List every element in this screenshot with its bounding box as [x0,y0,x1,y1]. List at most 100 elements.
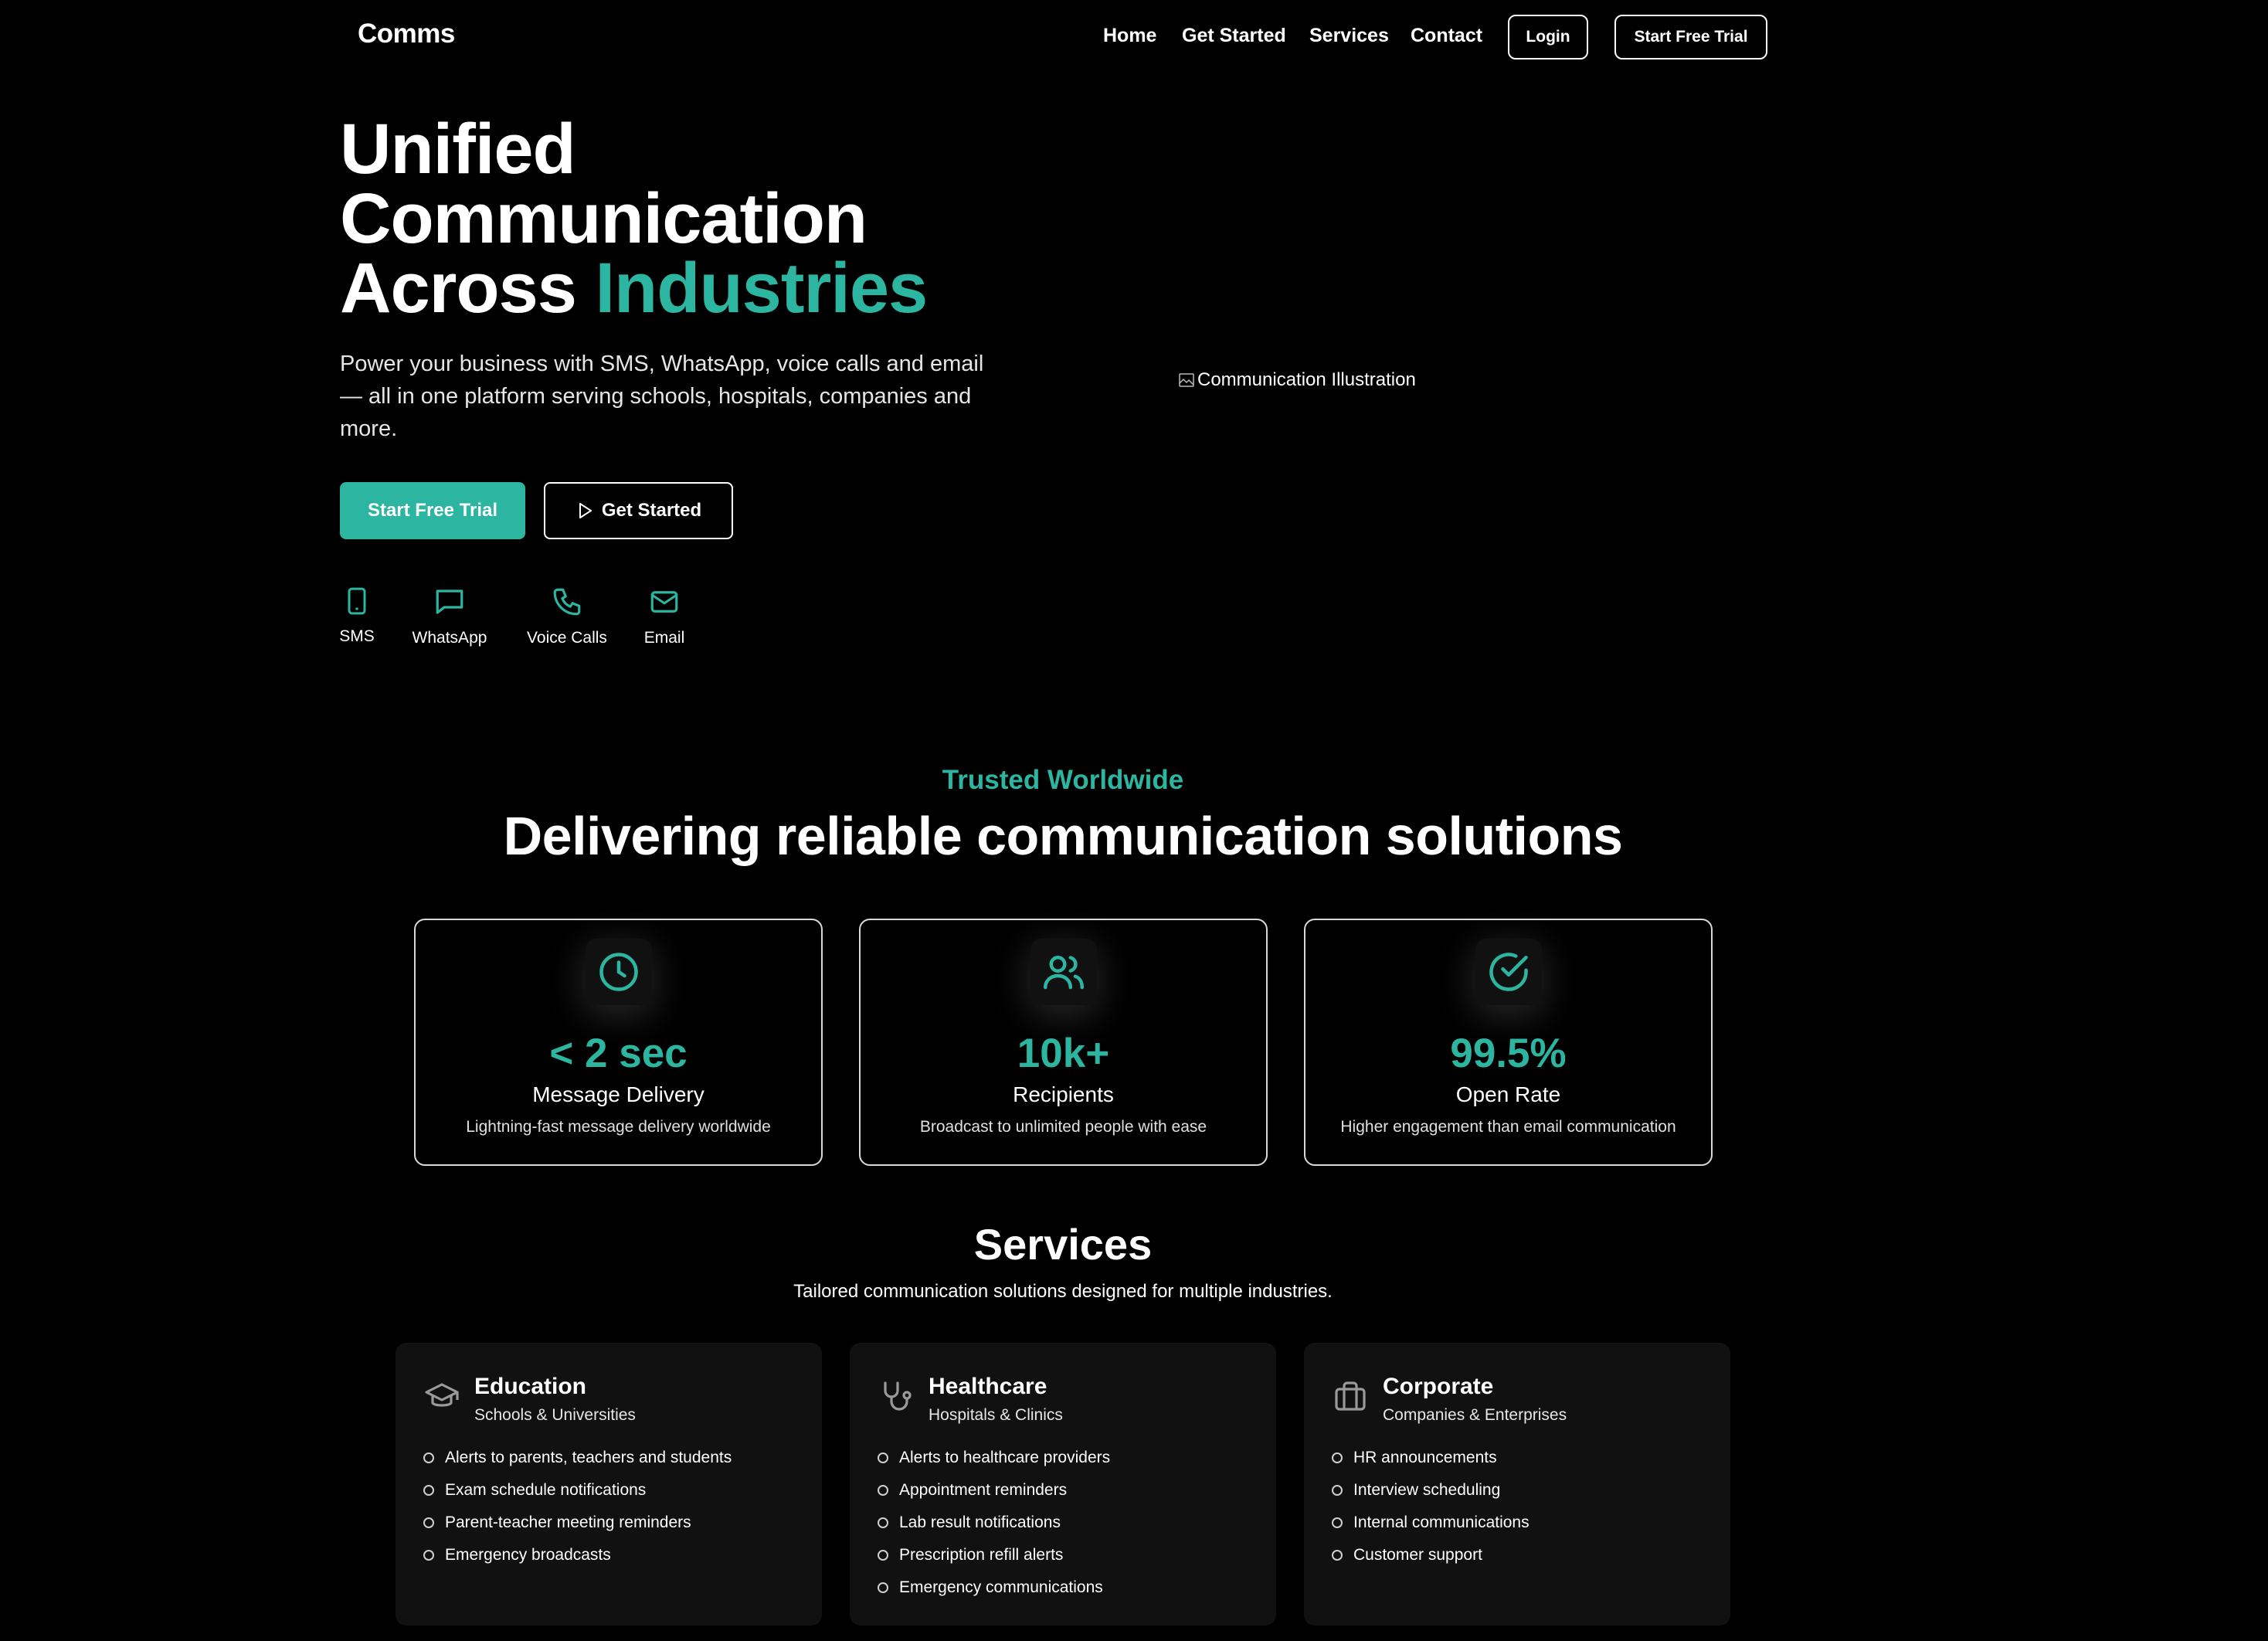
hero-title-accent: Industries [595,249,929,328]
trusted-title: Delivering reliable communication soluti… [503,806,1623,866]
feature-text: Parent-teacher meeting reminders [445,1514,691,1531]
bullet-icon [878,1550,888,1561]
service-feature: Emergency communications [878,1571,1110,1604]
stethoscope-icon [884,1381,912,1411]
service-feature: Appointment reminders [878,1474,1110,1507]
check-circle-icon [1489,953,1528,991]
stat-value: 10k+ [1017,1031,1110,1076]
channel-email: Email [641,586,688,647]
briefcase-icon [1335,1381,1366,1411]
stat-value: 99.5% [1450,1031,1567,1076]
feature-text: Internal communications [1353,1514,1530,1531]
channel-whatsapp: WhatsApp [409,586,490,647]
bullet-icon [1332,1485,1343,1496]
feature-text: Emergency communications [899,1578,1103,1596]
stat-icon-container [585,939,652,1005]
channel-label: Voice Calls [527,629,607,647]
stat-description: Higher engagement than email communicati… [1340,1118,1676,1136]
bullet-icon [1332,1550,1343,1561]
nav-link-get-started[interactable]: Get Started [1182,25,1286,47]
nav-link-contact[interactable]: Contact [1411,25,1482,47]
stat-icon-container [1030,939,1097,1005]
stat-description: Broadcast to unlimited people with ease [919,1118,1207,1136]
channel-sms: SMS [339,586,375,646]
service-feature: HR announcements [1332,1442,1530,1474]
bullet-icon [423,1517,434,1528]
channel-label: Email [643,629,685,647]
start-free-trial-button[interactable]: Start Free Trial [340,482,525,539]
bullet-icon [423,1550,434,1561]
service-card-education: Education Schools & Universities Alerts … [396,1343,822,1626]
channel-label: SMS [339,627,375,645]
service-feature: Internal communications [1332,1507,1530,1539]
service-feature-list: Alerts to healthcare providers Appointme… [878,1442,1110,1604]
service-feature: Parent-teacher meeting reminders [423,1507,732,1539]
services-subtitle: Tailored communication solutions designe… [793,1281,1333,1302]
bullet-icon [878,1582,888,1593]
brand-logo[interactable]: Comms [358,19,455,49]
hero-title: Unified Communication Across Industries [340,114,1035,324]
feature-text: Customer support [1353,1546,1482,1564]
service-feature: Alerts to parents, teachers and students [423,1442,732,1474]
stat-icon-container [1475,939,1542,1005]
feature-text: Interview scheduling [1353,1481,1501,1499]
service-feature: Interview scheduling [1332,1474,1530,1507]
bullet-icon [878,1452,888,1463]
service-feature: Alerts to healthcare providers [878,1442,1110,1474]
service-name: Education [474,1374,587,1399]
feature-text: Lab result notifications [899,1514,1061,1531]
login-button[interactable]: Login [1508,15,1588,59]
bullet-icon [423,1452,434,1463]
mail-icon [650,591,678,613]
service-type: Schools & Universities [474,1406,636,1424]
graduation-cap-icon [425,1383,459,1407]
hero-title-line1: Unified [340,110,576,189]
stat-title: Message Delivery [532,1082,705,1106]
hero-title-line2: Communication [340,179,867,258]
service-feature: Exam schedule notifications [423,1474,732,1507]
service-type: Companies & Enterprises [1383,1406,1567,1424]
service-feature: Lab result notifications [878,1507,1110,1539]
bullet-icon [1332,1452,1343,1463]
service-type: Hospitals & Clinics [929,1406,1063,1424]
feature-text: Alerts to healthcare providers [899,1449,1111,1466]
service-feature-list: Alerts to parents, teachers and students… [423,1442,732,1571]
hero-subtitle: Power your business with SMS, WhatsApp, … [340,352,984,441]
nav-link-home[interactable]: Home [1103,25,1156,47]
get-started-label: Get Started [601,500,702,521]
stat-card-recipients: 10k+ Recipients Broadcast to unlimited p… [859,919,1268,1166]
feature-text: Appointment reminders [899,1481,1068,1499]
feature-text: Alerts to parents, teachers and students [445,1449,732,1466]
feature-text: Exam schedule notifications [445,1481,647,1499]
stat-card-open-rate: 99.5% Open Rate Higher engagement than e… [1304,919,1713,1166]
stat-title: Recipients [1013,1082,1114,1106]
channel-voice-calls: Voice Calls [524,586,610,647]
stat-title: Open Rate [1455,1082,1561,1106]
call-icon [553,588,581,616]
service-feature: Customer support [1332,1539,1530,1571]
clock-icon [599,953,638,991]
bullet-icon [1332,1517,1343,1528]
trusted-eyebrow: Trusted Worldwide [942,765,1184,795]
chat-icon [436,589,463,614]
nav-start-trial-button[interactable]: Start Free Trial [1614,15,1767,59]
users-icon [1043,956,1084,990]
stat-card-delivery: < 2 sec Message Delivery Lightning-fast … [414,919,823,1166]
stat-description: Lightning-fast message delivery worldwid… [466,1118,771,1136]
service-name: Corporate [1383,1374,1494,1399]
service-feature-list: HR announcements Interview scheduling In… [1332,1442,1530,1571]
bullet-icon [878,1485,888,1496]
feature-text: HR announcements [1353,1449,1497,1466]
stat-value: < 2 sec [549,1031,688,1076]
service-card-corporate: Corporate Companies & Enterprises HR ann… [1304,1343,1730,1626]
feature-text: Prescription refill alerts [899,1546,1064,1564]
bullet-icon [423,1485,434,1496]
nav-link-services[interactable]: Services [1309,25,1389,47]
communication-illustration: Communication Illustration [1177,369,1416,391]
phone-icon [348,587,366,615]
service-feature: Prescription refill alerts [878,1539,1110,1571]
hero-title-line3: Across [340,249,596,328]
get-started-button[interactable]: Get Started [544,482,733,539]
bullet-icon [878,1517,888,1528]
services-title: Services [973,1220,1153,1269]
